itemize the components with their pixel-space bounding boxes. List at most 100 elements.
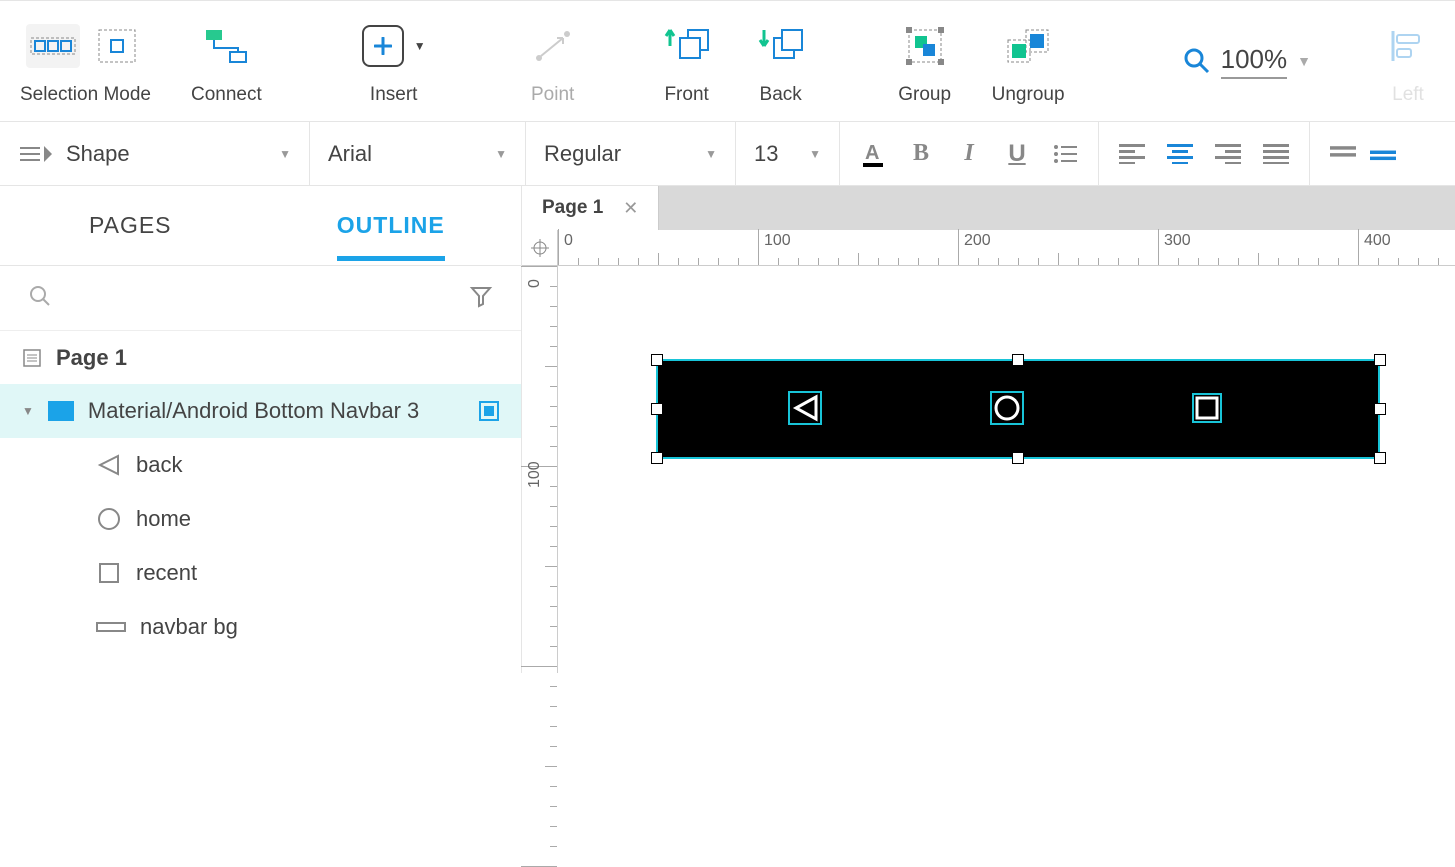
align-h-justify-button[interactable] [1263,141,1289,167]
front-group: Front [660,16,714,106]
align-left-label: Left [1392,84,1424,106]
square-icon [96,560,122,586]
align-h-left-button[interactable] [1119,141,1145,167]
close-icon[interactable]: ✕ [623,198,638,219]
main-area: PAGES OUTLINE Page 1 ▼ Material/Android … [0,186,1455,673]
ruler-label: 0 [564,232,573,250]
font-size-dropdown[interactable]: 13 ▼ [736,122,840,185]
insert-dropdown-caret[interactable]: ▼ [414,39,426,53]
ungroup-icon[interactable] [1001,24,1055,68]
ruler-label: 0 [526,279,544,288]
rect-icon [96,620,126,634]
valign-top-button[interactable] [1330,141,1356,167]
page-tab-label: Page 1 [542,197,603,219]
align-left-icon [1381,24,1435,68]
outline-page-row[interactable]: Page 1 [0,330,521,384]
outline-item-label: navbar bg [140,614,238,640]
sidebar: PAGES OUTLINE Page 1 ▼ Material/Android … [0,186,522,673]
resize-handle[interactable] [651,452,663,464]
insert-button[interactable] [362,25,404,67]
outline-search-row [0,266,521,326]
ruler-label: 300 [1164,232,1191,250]
page-tab[interactable]: Page 1 ✕ [522,186,659,230]
outline-group-row[interactable]: ▼ Material/Android Bottom Navbar 3 [0,384,521,438]
front-label: Front [664,84,708,106]
bold-button[interactable]: B [908,141,934,167]
back-label: Back [760,84,802,106]
outline-item-back[interactable]: back [0,438,521,492]
align-h-right-button[interactable] [1215,141,1241,167]
point-icon [526,24,580,68]
group-icon[interactable] [898,24,952,68]
canvas[interactable] [558,266,1455,673]
ungroup-label: Ungroup [992,84,1065,106]
ruler-origin[interactable] [522,230,558,266]
point-group: Point [526,16,580,106]
selection-mode-box-icon[interactable] [90,24,144,68]
connect-label: Connect [191,84,262,106]
underline-button[interactable]: U [1004,141,1030,167]
circle-icon [96,506,122,532]
chevron-down-icon[interactable]: ▼ [1297,53,1311,69]
outline-item-label: home [136,506,191,532]
outline-item-label: recent [136,560,197,586]
shape-style-icon [18,142,52,166]
font-color-button[interactable]: A [860,141,886,167]
sidebar-tabs: PAGES OUTLINE [0,186,521,266]
chevron-down-icon: ▼ [705,147,717,161]
shape-style-dropdown[interactable]: Shape ▼ [0,122,310,185]
canvas-area: Page 1 ✕ 0100200300400 0100 [522,186,1455,673]
resize-handle[interactable] [1374,403,1386,415]
valign-middle-button[interactable] [1370,141,1396,167]
folder-icon [48,401,74,421]
resize-handle[interactable] [1374,354,1386,366]
align-h-center-button[interactable] [1167,141,1193,167]
font-family-value: Arial [328,141,372,167]
ruler-horizontal[interactable]: 0100200300400 [558,230,1455,266]
selection-mode-direct-icon[interactable] [26,24,80,68]
outline-page-label: Page 1 [56,345,127,371]
ruler-label: 400 [1364,232,1391,250]
insert-label: Insert [370,84,418,106]
outline-tree: Page 1 ▼ Material/Android Bottom Navbar … [0,326,521,658]
font-weight-value: Regular [544,141,621,167]
group-label: Group [898,84,951,106]
chevron-down-icon: ▼ [279,147,291,161]
front-icon[interactable] [660,24,714,68]
font-weight-dropdown[interactable]: Regular ▼ [526,122,736,185]
page-icon [22,348,42,368]
outline-group-label: Material/Android Bottom Navbar 3 [88,398,465,424]
tab-pages[interactable]: PAGES [0,212,261,239]
font-family-dropdown[interactable]: Arial ▼ [310,122,526,185]
search-zoom-icon [1183,47,1211,75]
align-left-group: Left [1381,16,1435,106]
triangle-icon [96,452,122,478]
ruler-vertical[interactable]: 0 100 [522,266,558,673]
selection-mode-group: Selection Mode [20,16,151,106]
document-tabs: Page 1 ✕ [522,186,1455,230]
zoom-control[interactable]: 100% ▼ [1183,44,1311,79]
connect-icon[interactable] [199,24,253,68]
format-toolbar: Shape ▼ Arial ▼ Regular ▼ 13 ▼ A B I U [0,122,1455,186]
tab-outline[interactable]: OUTLINE [261,212,522,239]
filter-icon[interactable] [469,284,493,308]
outline-item-home[interactable]: home [0,492,521,546]
resize-handle[interactable] [651,354,663,366]
resize-handle[interactable] [1374,452,1386,464]
collapse-icon[interactable]: ▼ [22,404,34,418]
font-size-value: 13 [754,141,778,167]
insert-group: ▼ Insert [362,16,426,106]
outline-item-navbar-bg[interactable]: navbar bg [0,600,521,654]
zoom-value[interactable]: 100% [1221,44,1288,79]
resize-handle[interactable] [1012,452,1024,464]
resize-handle[interactable] [651,403,663,415]
selection-mode-label: Selection Mode [20,84,151,106]
selected-indicator-icon [479,401,499,421]
ruler-label: 100 [526,461,544,488]
outline-item-recent[interactable]: recent [0,546,521,600]
resize-handle[interactable] [1012,354,1024,366]
back-icon[interactable] [754,24,808,68]
list-button[interactable] [1052,141,1078,167]
search-icon[interactable] [28,284,52,308]
italic-button[interactable]: I [956,141,982,167]
